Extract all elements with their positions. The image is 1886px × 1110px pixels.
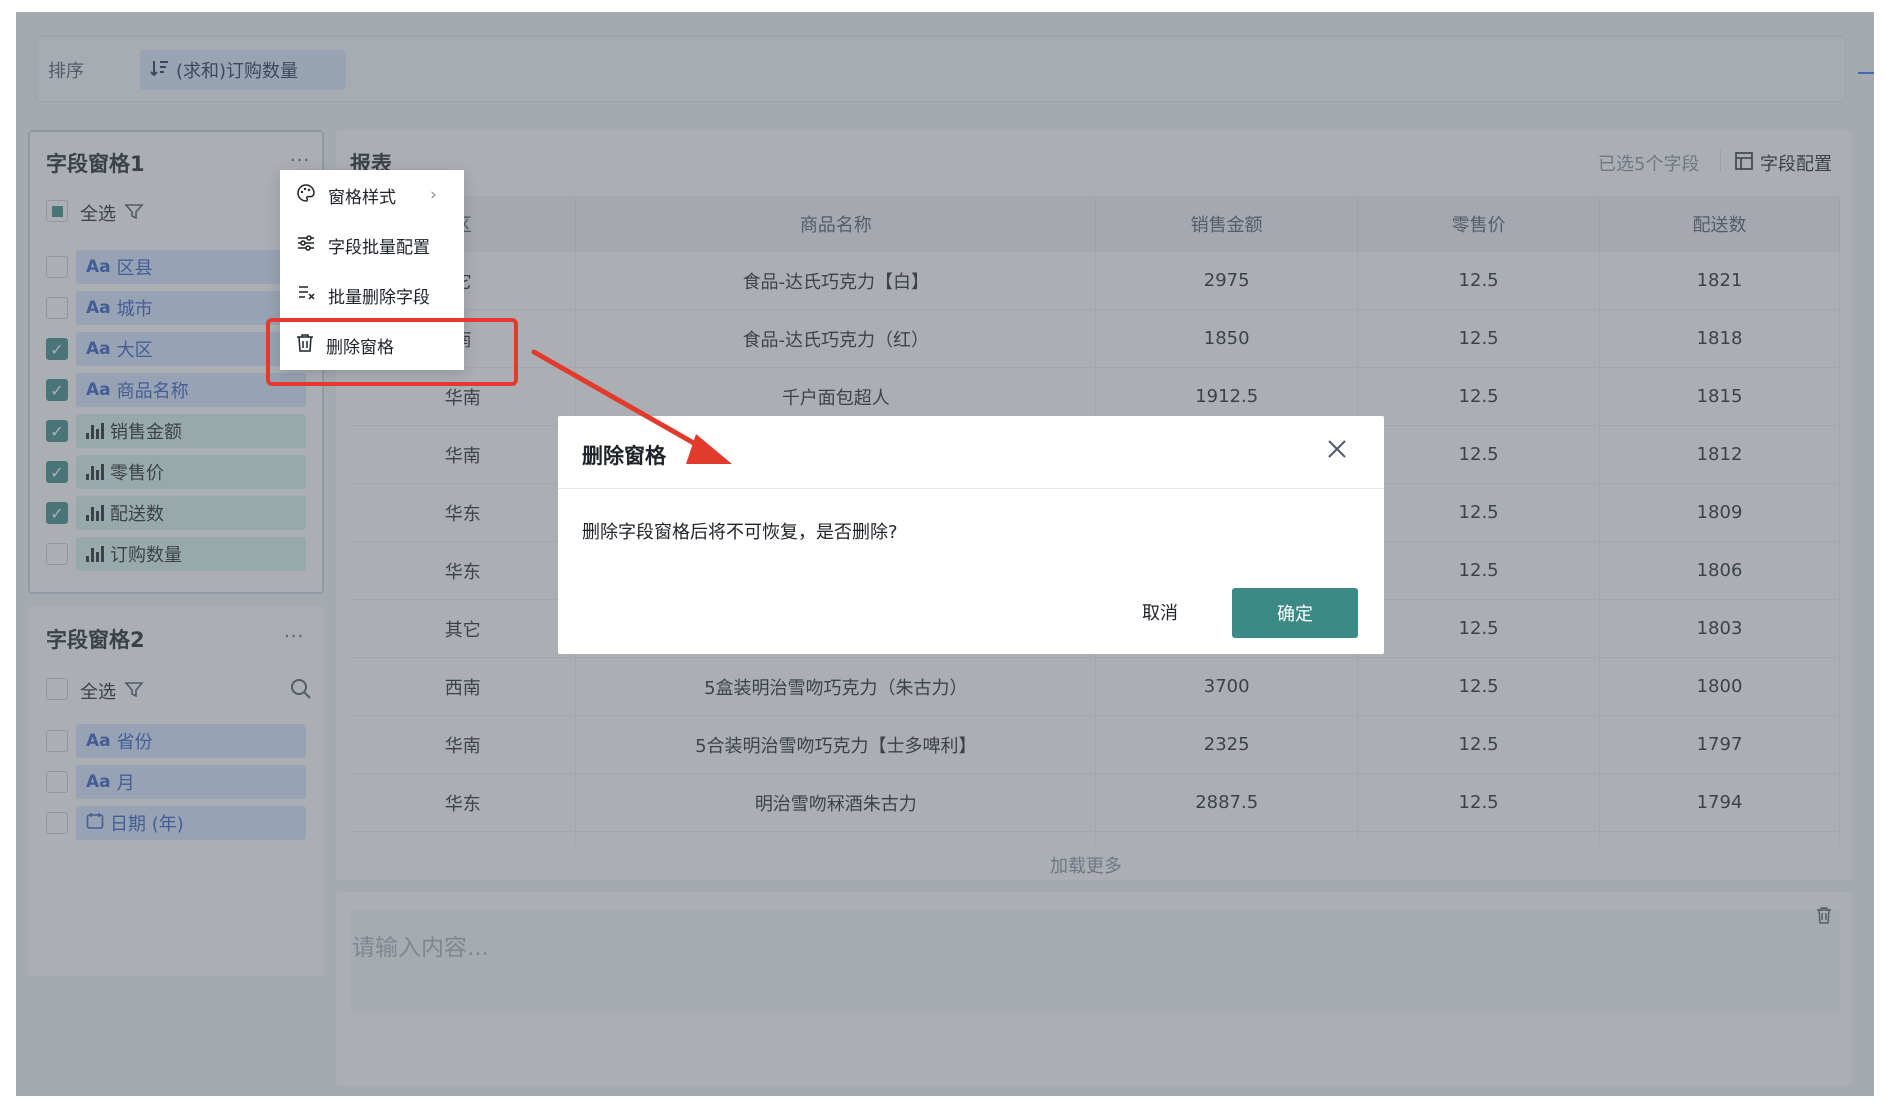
menu-item-batch-config[interactable]: 字段批量配置	[280, 220, 464, 270]
cancel-button[interactable]: 取消	[1122, 590, 1198, 634]
dialog-divider	[558, 488, 1384, 489]
confirm-button[interactable]: 确定	[1232, 588, 1358, 638]
dialog-title: 删除窗格	[582, 444, 666, 468]
menu-item-pane-style[interactable]: 窗格样式 ›	[280, 170, 464, 220]
chevron-right-icon: ›	[430, 185, 437, 205]
highlight-box	[266, 318, 518, 386]
sliders-icon	[296, 233, 316, 258]
menu-item-batch-delete-fields[interactable]: 批量删除字段	[280, 270, 464, 320]
batch-delete-icon	[296, 283, 316, 308]
menu-item-label: 字段批量配置	[328, 237, 430, 258]
menu-item-label: 批量删除字段	[328, 287, 430, 308]
close-icon[interactable]	[1326, 438, 1348, 464]
menu-item-label: 窗格样式	[328, 187, 396, 208]
palette-icon	[296, 183, 316, 208]
dialog-message: 删除字段窗格后将不可恢复，是否删除?	[582, 522, 898, 543]
